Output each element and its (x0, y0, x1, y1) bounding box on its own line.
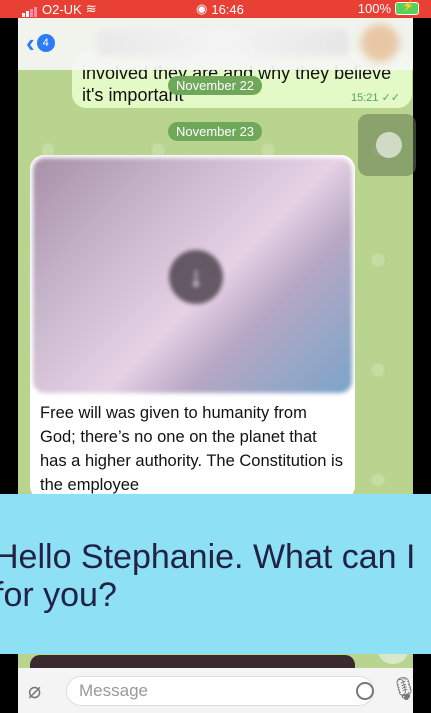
microphone-icon[interactable]: 🎙 (390, 676, 418, 702)
media-message[interactable]: ↓ Free will was given to humanity from G… (30, 155, 355, 500)
date-separator: November 23 (168, 122, 263, 141)
chevron-left-icon: ‹ (26, 28, 35, 58)
chat-title-redacted[interactable] (98, 30, 348, 56)
avatar[interactable] (361, 24, 399, 62)
message-input-bar: ⌀ Message 🎙 (18, 668, 418, 713)
media-thumbnail[interactable]: ↓ (33, 158, 352, 393)
battery-icon (395, 1, 419, 15)
clock: 16:46 (211, 1, 244, 17)
status-bar: O2-UK ≋ ◉ 16:46 100% (0, 0, 431, 18)
back-button[interactable]: ‹ 4 (26, 30, 55, 56)
message-timestamp: 15:21 ✓✓ (350, 92, 400, 104)
download-arrow-icon[interactable]: ↓ (169, 250, 223, 304)
unread-badge: 4 (36, 34, 55, 52)
sticker-icon[interactable] (356, 682, 374, 700)
chat-header: ‹ 4 (18, 18, 413, 70)
battery-percent: 100% (357, 1, 391, 16)
signal-icon (22, 2, 38, 17)
banner-line: for you? (0, 576, 117, 614)
date-separator: November 22 (168, 76, 263, 95)
carrier-label: O2-UK (42, 1, 82, 17)
read-checkmarks-icon: ✓✓ (381, 92, 400, 104)
banner-text: Hello Stephanie. What can I for you? (0, 538, 415, 614)
overlay-banner: Hello Stephanie. What can I for you? (0, 494, 431, 654)
paperclip-icon[interactable]: ⌀ (28, 678, 41, 704)
message-input[interactable]: Message (66, 676, 374, 706)
media-message-partial[interactable] (30, 655, 355, 668)
banner-line: Hello Stephanie. What can I (0, 538, 416, 576)
media-caption: Free will was given to humanity from God… (40, 404, 343, 494)
wifi-icon: ≋ (85, 1, 97, 16)
alarm-icon: ◉ (196, 1, 208, 16)
floating-button[interactable] (358, 114, 416, 176)
